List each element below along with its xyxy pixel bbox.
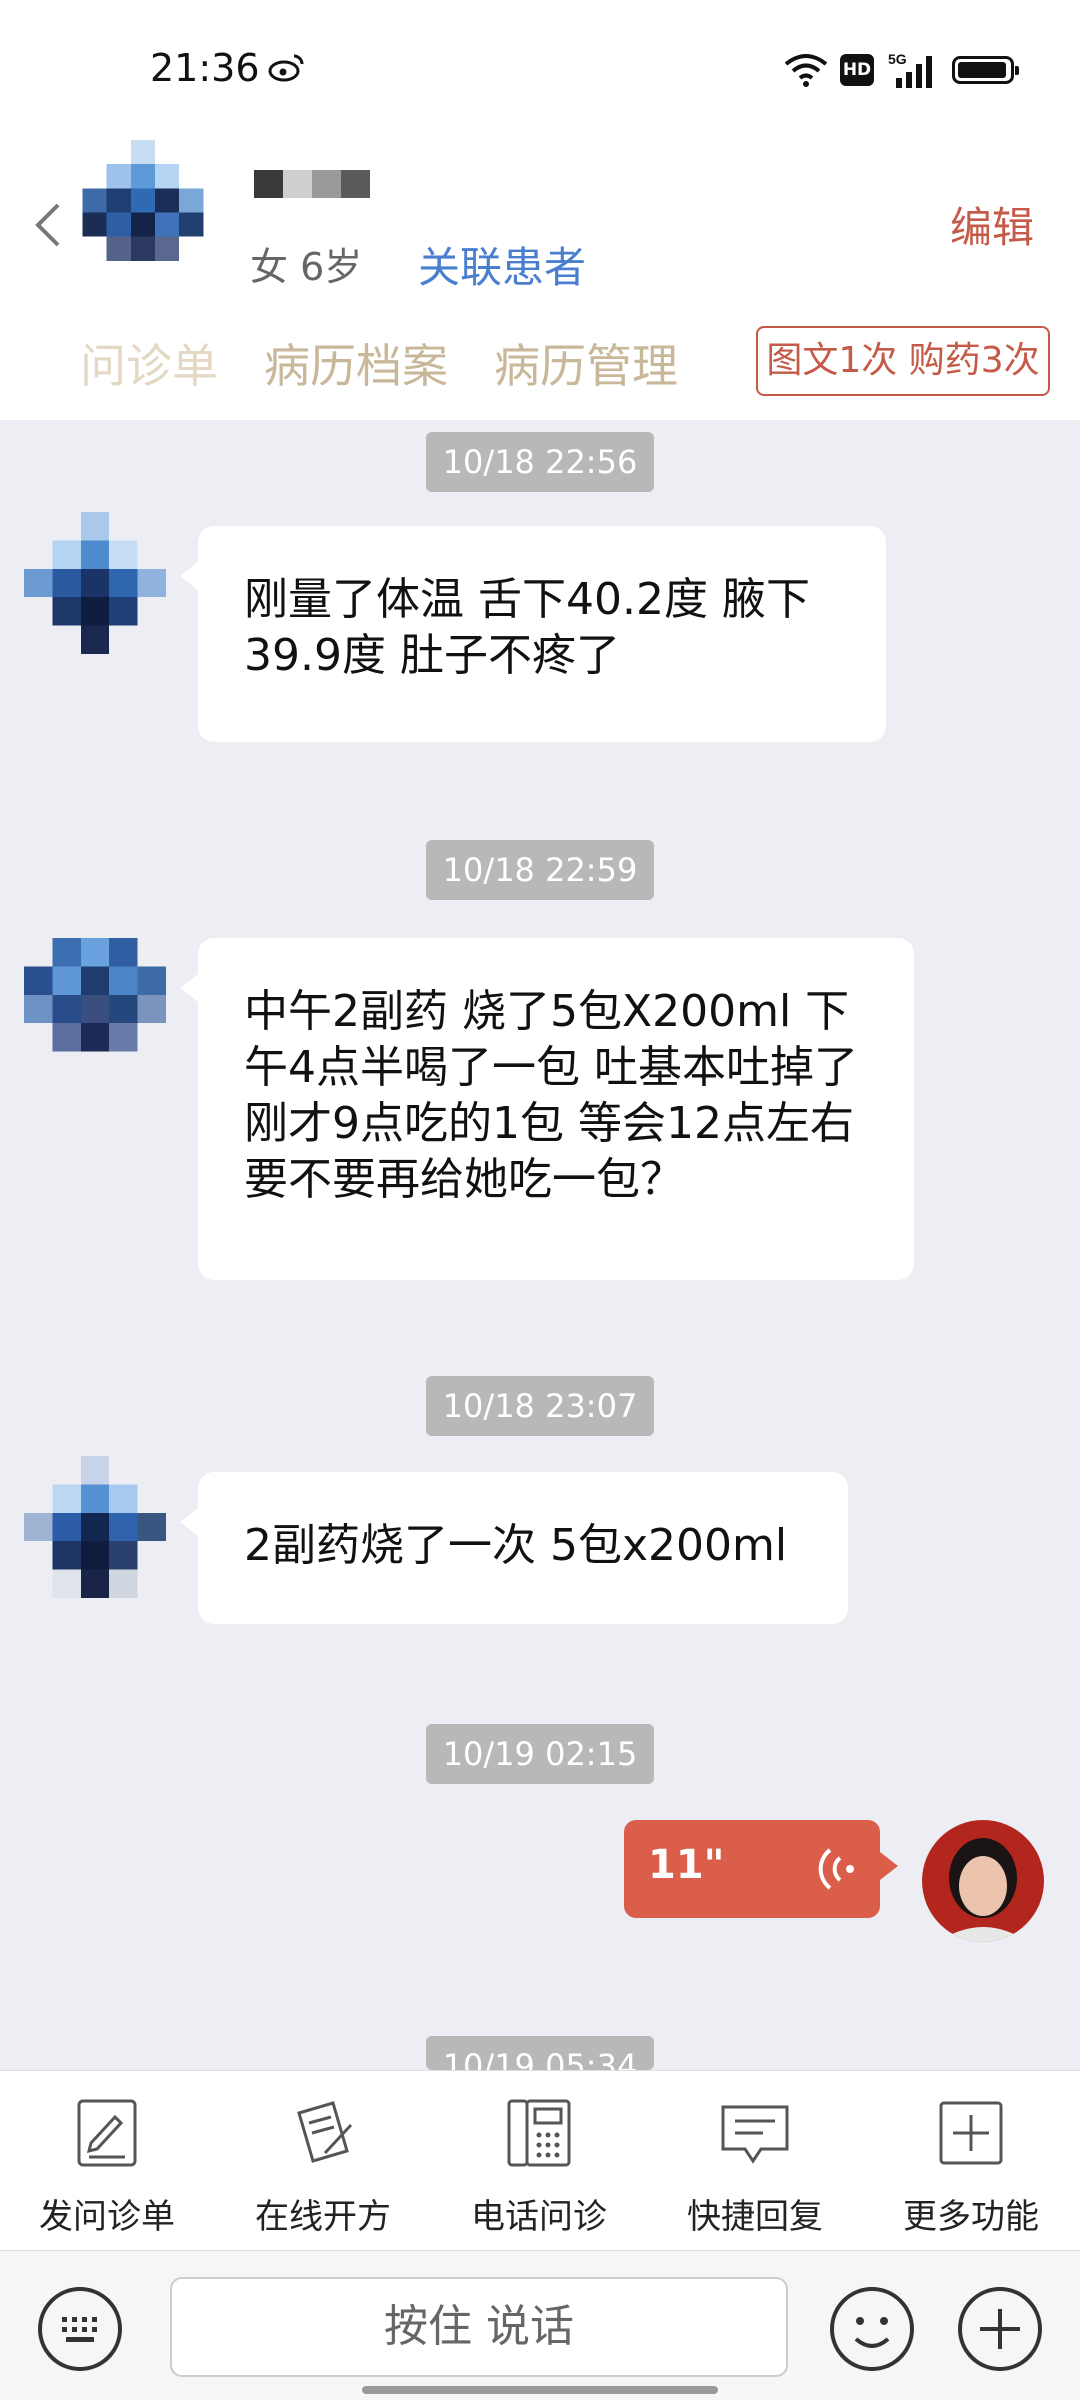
keyboard-icon[interactable] bbox=[36, 2285, 124, 2373]
message-timestamp: 10/19 02:15 bbox=[426, 1724, 654, 1784]
wifi-icon bbox=[784, 54, 828, 87]
message-timestamp: 10/18 23:07 bbox=[426, 1376, 654, 1436]
voice-wave-icon bbox=[818, 1848, 854, 1890]
tab-medical-records[interactable]: 病历档案 bbox=[264, 330, 448, 396]
weibo-icon bbox=[268, 54, 304, 82]
back-arrow-icon[interactable] bbox=[30, 195, 70, 255]
record-tabs: 问诊单 病历档案 病历管理 bbox=[80, 330, 678, 396]
hd-badge: HD bbox=[840, 54, 874, 86]
sender-avatar[interactable] bbox=[24, 938, 166, 1080]
message-text: 中午2副药 烧了5包X200ml 下午4点半喝了一包 吐基本吐掉了 刚才9点吃的… bbox=[244, 986, 858, 1205]
form-edit-icon bbox=[77, 2099, 137, 2167]
status-bar: 21:36 HD 5G bbox=[0, 0, 1080, 140]
emoji-icon[interactable] bbox=[828, 2285, 916, 2373]
chat-reply-icon bbox=[721, 2105, 789, 2164]
tab-record-management[interactable]: 病历管理 bbox=[494, 330, 678, 396]
sender-avatar[interactable] bbox=[24, 512, 166, 654]
patient-name-redacted bbox=[254, 170, 370, 198]
battery-icon bbox=[952, 56, 1019, 84]
patient-gender-age: 女 6岁 bbox=[250, 245, 363, 289]
message-bubble[interactable]: 2副药烧了一次 5包x200ml bbox=[180, 1472, 848, 1624]
link-patient-button[interactable]: 关联患者 bbox=[418, 234, 586, 295]
message-bubble[interactable]: 中午2副药 烧了5包X200ml 下午4点半喝了一包 吐基本吐掉了 刚才9点吃的… bbox=[180, 938, 914, 1280]
doctor-avatar[interactable] bbox=[922, 1820, 1044, 1942]
edit-button[interactable]: 编辑 bbox=[950, 194, 1034, 255]
message-bubble[interactable]: 刚量了体温 舌下40.2度 腋下39.9度 肚子不疼了 bbox=[180, 526, 886, 742]
send-consult-form-button[interactable]: 发问诊单 bbox=[12, 2095, 202, 2238]
sender-avatar[interactable] bbox=[24, 1456, 166, 1598]
phone-consult-button[interactable]: 电话问诊 bbox=[444, 2095, 634, 2238]
input-bar: 按住 说话 bbox=[0, 2250, 1080, 2400]
chat-area[interactable]: 10/18 22:56 刚量了体温 舌下40.2度 腋下39.9度 肚子不疼了 … bbox=[0, 420, 1080, 2070]
status-time: 21:36 bbox=[150, 46, 260, 90]
online-prescription-button[interactable]: 在线开方 bbox=[228, 2095, 418, 2238]
message-text: 2副药烧了一次 5包x200ml bbox=[244, 1520, 788, 1571]
signal-5g-icon: 5G bbox=[888, 51, 932, 88]
function-bar: 发问诊单 在线开方 电话问诊 快捷回复 更多功能 bbox=[0, 2070, 1080, 2250]
prescription-icon bbox=[297, 2101, 353, 2163]
phone-icon bbox=[507, 2099, 571, 2167]
message-text: 刚量了体温 舌下40.2度 腋下39.9度 肚子不疼了 bbox=[244, 574, 810, 681]
svg-text:5G: 5G bbox=[888, 51, 907, 67]
plus-square-icon bbox=[939, 2101, 1003, 2165]
voice-duration: 11" bbox=[648, 1842, 725, 1888]
hold-to-talk-button[interactable]: 按住 说话 bbox=[170, 2277, 788, 2377]
quick-reply-button[interactable]: 快捷回复 bbox=[660, 2095, 850, 2238]
message-timestamp: 10/18 22:59 bbox=[426, 840, 654, 900]
patient-avatar[interactable] bbox=[80, 140, 230, 285]
usage-badge[interactable]: 图文1次 购药3次 bbox=[756, 326, 1050, 396]
tab-consult-form[interactable]: 问诊单 bbox=[80, 330, 218, 396]
plus-icon[interactable] bbox=[956, 2285, 1044, 2373]
chat-header: 女 6岁 关联患者 编辑 问诊单 病历档案 病历管理 图文1次 购药3次 bbox=[0, 140, 1080, 420]
home-indicator[interactable] bbox=[362, 2386, 718, 2394]
voice-message-bubble[interactable]: 11" bbox=[624, 1820, 898, 1918]
message-timestamp: 10/18 22:56 bbox=[426, 432, 654, 492]
message-timestamp: 10/19 05:34 bbox=[426, 2036, 654, 2070]
more-functions-button[interactable]: 更多功能 bbox=[876, 2095, 1066, 2238]
